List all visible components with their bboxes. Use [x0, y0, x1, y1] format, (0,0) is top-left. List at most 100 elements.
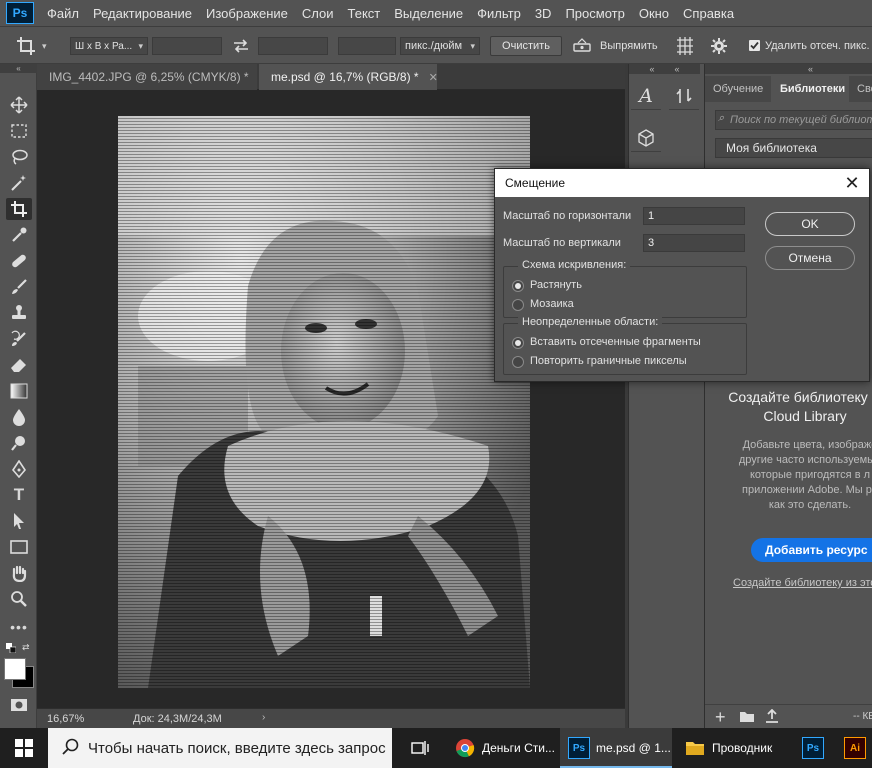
foreground-color-swatch[interactable]: [4, 658, 26, 680]
zoom-level[interactable]: 16,67%: [47, 713, 84, 725]
ratio-select[interactable]: Ш x В x Ра... ▾: [70, 37, 148, 55]
menu-layers[interactable]: Слои: [295, 6, 341, 21]
delete-cropped-checkbox[interactable]: [749, 40, 760, 51]
horizontal-scale-input[interactable]: 1: [643, 207, 745, 225]
history-brush-tool-icon[interactable]: [6, 328, 32, 350]
hand-tool-icon[interactable]: [6, 562, 32, 584]
default-colors-icon[interactable]: [6, 642, 17, 654]
overlay-options-button[interactable]: [676, 36, 694, 56]
type-tool-icon[interactable]: T: [6, 484, 32, 506]
quick-mask-icon[interactable]: [10, 698, 28, 712]
radio-label: Повторить граничные пикселы: [530, 355, 687, 367]
width-field[interactable]: [152, 37, 222, 55]
move-tool-icon[interactable]: [6, 94, 32, 116]
rectangle-tool-icon[interactable]: [6, 536, 32, 558]
eyedropper-tool-icon[interactable]: [6, 224, 32, 246]
photoshop-logo: Ps: [6, 2, 34, 24]
menu-filter[interactable]: Фильтр: [470, 6, 528, 21]
blur-tool-icon[interactable]: [6, 406, 32, 428]
swap-arrows-icon: [234, 39, 248, 53]
clear-button[interactable]: Очистить: [490, 36, 562, 56]
document-tabs: IMG_4402.JPG @ 6,25% (CMYK/8) * ✕ me.psd…: [37, 64, 625, 90]
folder-icon[interactable]: [739, 711, 755, 726]
crop-tool-icon[interactable]: [6, 198, 32, 220]
swap-colors-icon[interactable]: ⇄: [22, 642, 34, 652]
group-legend: Схема искривления:: [518, 259, 631, 271]
radio-wrap-around[interactable]: [512, 337, 524, 349]
cancel-button[interactable]: Отмена: [765, 246, 855, 270]
expand-panels-icon[interactable]: « «: [629, 64, 700, 74]
app-label: Деньги Сти...: [482, 741, 555, 755]
crop-tool-preset-picker[interactable]: ▾: [16, 36, 56, 56]
menu-window[interactable]: Окно: [632, 6, 676, 21]
menu-type[interactable]: Текст: [341, 6, 388, 21]
group-legend: Неопределенные области:: [518, 316, 663, 328]
path-selection-tool-icon[interactable]: [6, 510, 32, 532]
taskbar-app-photoshop[interactable]: Ps me.psd @ 1...: [560, 728, 672, 768]
menu-image[interactable]: Изображение: [199, 6, 295, 21]
lasso-tool-icon[interactable]: [6, 146, 32, 168]
paragraph-panel-icon[interactable]: [669, 82, 699, 110]
radio-tile[interactable]: [512, 299, 524, 311]
tab-me-psd[interactable]: me.psd @ 16,7% (RGB/8) * ✕: [259, 64, 438, 90]
tab-properties[interactable]: Сво: [849, 76, 872, 102]
close-icon[interactable]: ✕: [843, 173, 861, 193]
tab-img4402[interactable]: IMG_4402.JPG @ 6,25% (CMYK/8) * ✕: [37, 64, 268, 90]
document-image-halftone-portrait[interactable]: [118, 116, 530, 688]
marquee-tool-icon[interactable]: [6, 120, 32, 142]
add-resource-button[interactable]: Добавить ресурс: [751, 538, 872, 562]
gear-icon: [711, 38, 727, 54]
resolution-field[interactable]: [338, 37, 396, 55]
crop-settings-button[interactable]: [710, 37, 728, 55]
add-icon[interactable]: +: [715, 707, 726, 728]
units-select-value: пикс./дюйм: [405, 40, 463, 52]
healing-brush-tool-icon[interactable]: [6, 250, 32, 272]
radio-repeat-edge-pixels[interactable]: [512, 356, 524, 368]
dialog-title: Смещение: [505, 176, 566, 190]
swap-dimensions-button[interactable]: [232, 37, 250, 55]
delete-cropped-label: Удалить отсеч. пикс.: [765, 40, 870, 52]
pen-tool-icon[interactable]: [6, 458, 32, 480]
taskbar-search-input[interactable]: Чтобы начать поиск, введите здесь запрос: [48, 728, 392, 768]
brush-tool-icon[interactable]: [6, 276, 32, 298]
create-library-link[interactable]: Создайте библиотеку из это: [733, 577, 872, 589]
dialog-titlebar[interactable]: Смещение ✕: [495, 169, 869, 197]
menu-3d[interactable]: 3D: [528, 6, 559, 21]
menu-bar: Ps Файл Редактирование Изображение Слои …: [0, 0, 872, 26]
tab-learn[interactable]: Обучение: [705, 76, 771, 102]
ok-button[interactable]: OK: [765, 212, 855, 236]
taskbar-pinned-illustrator[interactable]: Ai: [838, 728, 872, 768]
chevron-right-icon[interactable]: ›: [262, 712, 265, 723]
taskbar-app-chrome[interactable]: Деньги Сти...: [446, 728, 556, 768]
task-view-button[interactable]: [402, 728, 438, 768]
panel-collapse-icon[interactable]: «: [0, 64, 37, 73]
library-search-input[interactable]: ⌕ Поиск по текущей библиот: [715, 110, 872, 130]
eraser-tool-icon[interactable]: [6, 354, 32, 376]
menu-view[interactable]: Просмотр: [558, 6, 631, 21]
menu-file[interactable]: Файл: [40, 6, 86, 21]
close-icon[interactable]: ✕: [429, 71, 438, 84]
start-button[interactable]: [0, 728, 48, 768]
tab-libraries[interactable]: Библиотеки: [772, 76, 848, 102]
menu-help[interactable]: Справка: [676, 6, 741, 21]
height-field[interactable]: [258, 37, 328, 55]
library-select[interactable]: Моя библиотека: [715, 138, 872, 158]
taskbar-app-explorer[interactable]: Проводник: [676, 728, 784, 768]
3d-panel-icon[interactable]: [631, 124, 661, 152]
collapse-panel-icon[interactable]: «: [705, 64, 872, 74]
upload-icon[interactable]: [765, 708, 779, 726]
vertical-scale-input[interactable]: 3: [643, 234, 745, 252]
clone-stamp-tool-icon[interactable]: [6, 302, 32, 324]
dodge-tool-icon[interactable]: [6, 432, 32, 454]
menu-edit[interactable]: Редактирование: [86, 6, 199, 21]
menu-select[interactable]: Выделение: [387, 6, 470, 21]
gradient-tool-icon[interactable]: [6, 380, 32, 402]
taskbar-pinned-photoshop[interactable]: Ps: [796, 728, 830, 768]
more-tools-icon[interactable]: •••: [6, 616, 32, 638]
straighten-button[interactable]: [572, 37, 592, 55]
magic-wand-tool-icon[interactable]: [6, 172, 32, 194]
character-panel-icon[interactable]: A: [631, 82, 661, 110]
zoom-tool-icon[interactable]: [6, 588, 32, 610]
units-select[interactable]: пикс./дюйм ▾: [400, 37, 480, 55]
radio-stretch[interactable]: [512, 280, 524, 292]
